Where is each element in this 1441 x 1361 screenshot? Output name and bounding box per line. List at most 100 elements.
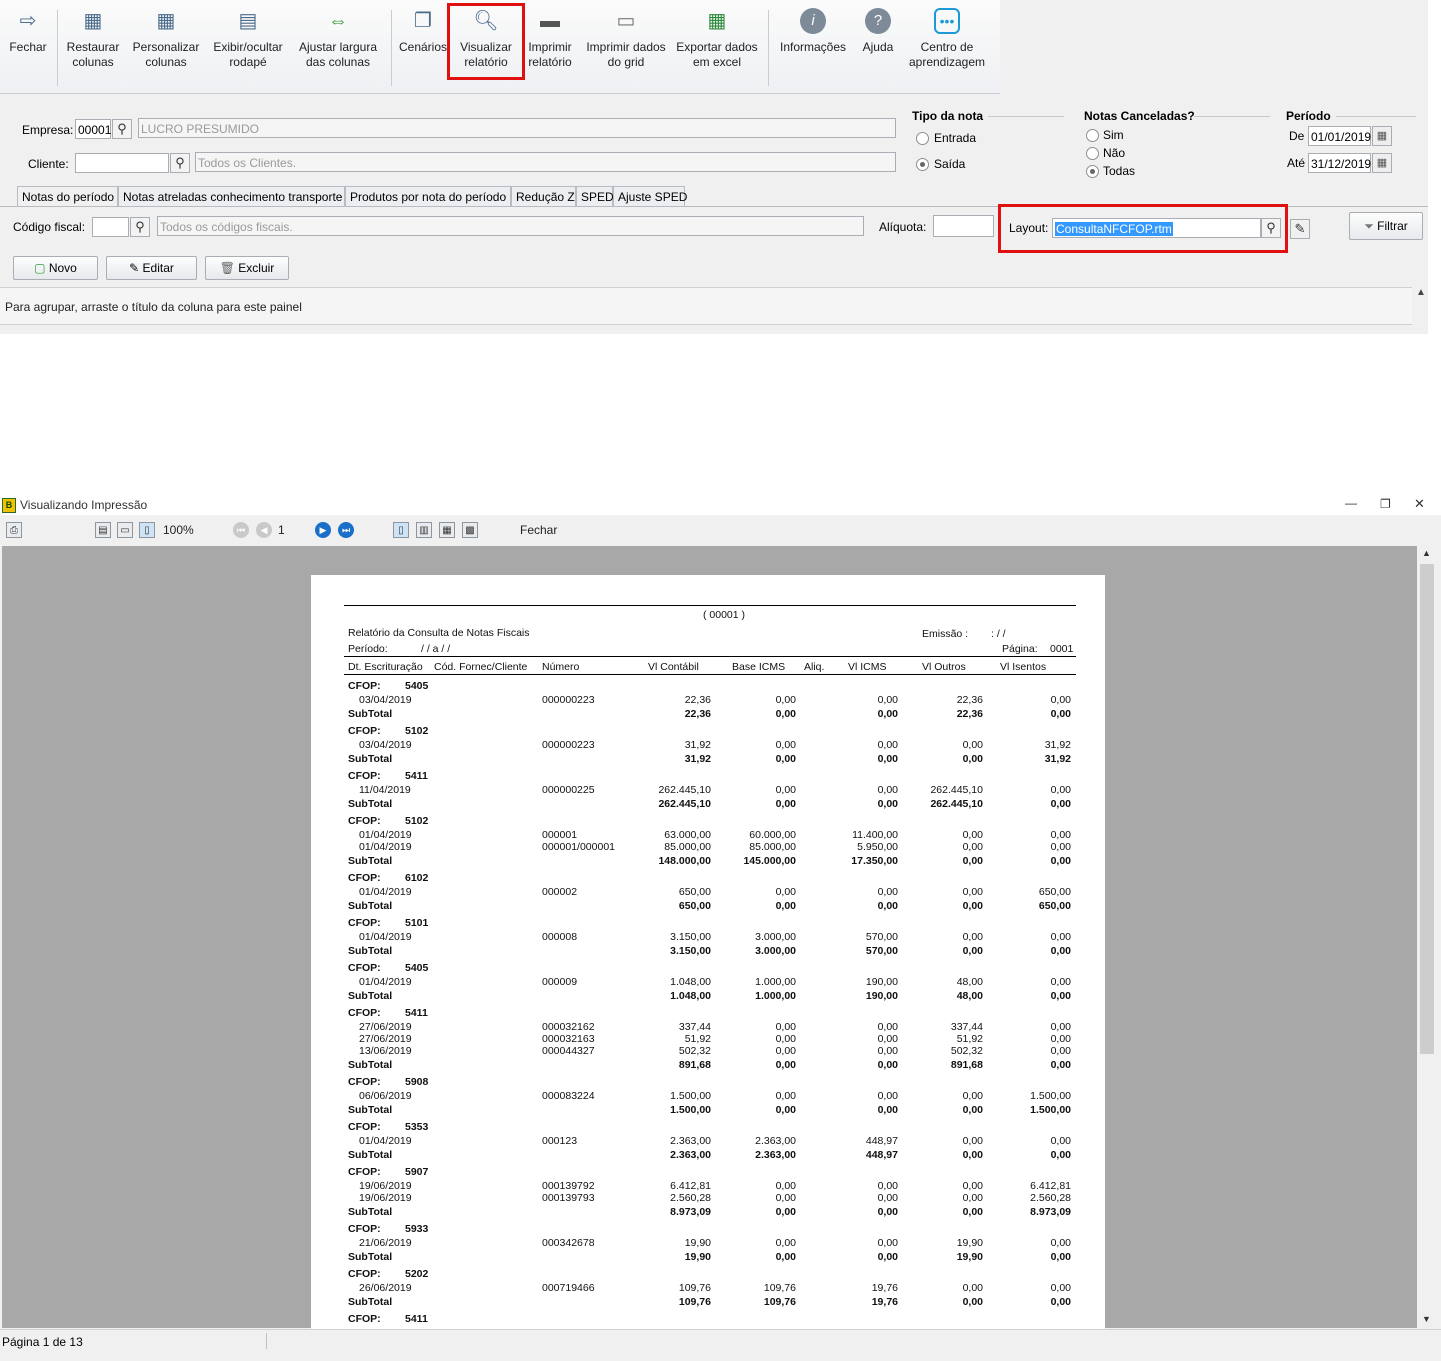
tab-ajuste-sped[interactable]: Ajuste SPED <box>613 186 687 206</box>
scroll-up-icon[interactable]: ▲ <box>1414 287 1428 323</box>
report-emissao-value: : / / <box>991 628 1006 640</box>
report-column-header: Vl Contábil <box>648 661 699 673</box>
calendar-icon[interactable]: ▦ <box>1372 126 1392 146</box>
first-page-icon[interactable]: ⏮ <box>233 522 249 538</box>
report-subtotal-value: 0,00 <box>962 900 983 912</box>
whole-page-icon[interactable]: ▯ <box>139 522 155 538</box>
tipo-entrada-radio[interactable] <box>916 132 929 145</box>
report-page: ( 00001 ) Relatório da Consulta de Notas… <box>311 575 1105 1335</box>
report-subtotal-value: 8.973,09 <box>1030 1206 1071 1218</box>
personalizar-colunas-button[interactable]: ▦ Personalizar colunas <box>128 4 204 90</box>
filtrar-button[interactable]: ⏷ Filtrar <box>1349 212 1423 240</box>
report-row-value: 6.412,81 <box>670 1180 711 1192</box>
report-subtotal-value: 0,00 <box>775 900 796 912</box>
cliente-search-button[interactable]: ⚲ <box>170 153 190 173</box>
page-input[interactable]: 1 <box>278 522 308 538</box>
report-row-value: 0,00 <box>962 1135 983 1147</box>
report-subtotal-value: 0,00 <box>1050 1149 1071 1161</box>
report-row-number: 000000223 <box>542 739 595 751</box>
imprimir-relatorio-button[interactable]: ▬ Imprimir relatório <box>522 4 578 90</box>
report-cfop-label: CFOP: <box>348 1268 381 1280</box>
tab-notas-periodo[interactable]: Notas do período <box>17 186 118 207</box>
scroll-up-icon[interactable]: ▲ <box>1422 548 1431 558</box>
ajuda-button[interactable]: ? Ajuda <box>856 4 900 90</box>
tab-reducao-z[interactable]: Redução Z <box>511 186 576 206</box>
previous-page-icon[interactable]: ◀ <box>256 522 272 538</box>
toolbar-label: Exportar dados em excel <box>676 40 758 69</box>
report-row-number: 000032163 <box>542 1033 595 1045</box>
tab-produtos-por-nota[interactable]: Produtos por nota do período <box>345 186 511 206</box>
report-cfop-label: CFOP: <box>348 1166 381 1178</box>
report-row-value: 0,00 <box>775 694 796 706</box>
minimize-icon[interactable]: — <box>1345 496 1357 510</box>
editar-button[interactable]: ✎ Editar <box>106 256 197 280</box>
page-setup-icon[interactable]: ▤ <box>95 522 111 538</box>
zoom-value[interactable]: 100% <box>163 522 194 538</box>
data-de-input[interactable]: 01/01/2019 <box>1308 126 1371 146</box>
report-row-date: 01/04/2019 <box>359 1135 412 1147</box>
next-page-icon[interactable]: ▶ <box>315 522 331 538</box>
single-page-icon[interactable]: ▯ <box>393 522 409 538</box>
scroll-thumb[interactable] <box>1420 564 1434 1054</box>
report-subtotal-value: 262.445,10 <box>658 798 711 810</box>
scroll-down-icon[interactable]: ▼ <box>1422 1314 1431 1324</box>
multi-pages-icon[interactable]: ▦ <box>439 522 455 538</box>
report-row-value: 0,00 <box>1050 784 1071 796</box>
preview-fechar-button[interactable]: Fechar <box>520 522 557 538</box>
report-cfop-code: 5907 <box>405 1166 429 1178</box>
report-row-value: 0,00 <box>877 784 898 796</box>
canceladas-sim-radio[interactable] <box>1086 129 1099 142</box>
report-row-value: 0,00 <box>775 1045 796 1057</box>
imprimir-dados-grid-button[interactable]: ▭ Imprimir dados do grid <box>584 4 668 90</box>
fechar-button[interactable]: ⇨ Fechar <box>4 4 52 90</box>
report-row-value: 1.500,00 <box>670 1090 711 1102</box>
report-subtotal-value: 0,00 <box>962 1149 983 1161</box>
ajustar-largura-button[interactable]: ⇔ Ajustar largura das colunas <box>292 4 384 90</box>
cenarios-button[interactable]: ❐ Cenários <box>396 4 450 90</box>
help-icon: ? <box>865 8 891 34</box>
centro-aprendizagem-button[interactable]: ••• Centro de aprendizagem <box>904 4 990 90</box>
data-ate-input[interactable]: 31/12/2019 <box>1308 153 1371 173</box>
exportar-excel-button[interactable]: ▦ Exportar dados em excel <box>672 4 762 90</box>
vertical-scrollbar[interactable]: ▲ ▼ <box>1418 546 1436 1328</box>
edit-layout-button[interactable]: ✎ <box>1290 219 1310 239</box>
empresa-search-button[interactable]: ⚲ <box>112 119 132 139</box>
report-row-date: 03/04/2019 <box>359 694 412 706</box>
report-row-value: 63.000,00 <box>664 829 711 841</box>
tipo-saida-radio[interactable] <box>916 158 929 171</box>
report-cfop-label: CFOP: <box>348 725 381 737</box>
report-column-header: Cód. Fornec/Cliente <box>434 661 528 673</box>
tab-notas-atreladas[interactable]: Notas atreladas conhecimento transporte <box>118 186 345 206</box>
canceladas-todas-radio[interactable] <box>1086 165 1099 178</box>
report-row-value: 0,00 <box>877 739 898 751</box>
exibir-ocultar-rodape-button[interactable]: ▤ Exibir/ocultar rodapé <box>208 4 288 90</box>
close-icon[interactable]: ✕ <box>1414 496 1425 512</box>
last-page-icon[interactable]: ⏭ <box>338 522 354 538</box>
print-icon[interactable]: ⎙ <box>6 522 22 538</box>
aliquota-input[interactable] <box>933 215 994 237</box>
cliente-input[interactable] <box>75 153 169 173</box>
group-panel[interactable]: Para agrupar, arraste o título da coluna… <box>0 287 1412 325</box>
calendar-icon[interactable]: ▦ <box>1372 153 1392 173</box>
scenarios-icon: ❐ <box>414 10 432 32</box>
informacoes-button[interactable]: i Informações <box>774 4 852 90</box>
cliente-label: Cliente: <box>28 157 69 171</box>
restore-icon[interactable]: ❐ <box>1380 497 1391 511</box>
page-width-icon[interactable]: ▭ <box>117 522 133 538</box>
preview-titlebar: B Visualizando Impressão — ❐ ✕ <box>0 495 1441 515</box>
codigo-fiscal-input[interactable] <box>92 217 129 237</box>
canceladas-nao-radio[interactable] <box>1086 147 1099 160</box>
report-row-value: 19,90 <box>684 1237 711 1249</box>
empresa-code-input[interactable]: 00001 <box>75 119 111 139</box>
excluir-button[interactable]: 🗑︎ Excluir <box>205 256 289 280</box>
report-subtotal-value: 448,97 <box>865 1149 898 1161</box>
tab-sped[interactable]: SPED <box>576 186 614 206</box>
codigo-fiscal-search-button[interactable]: ⚲ <box>130 217 150 237</box>
report-subtotal-value: 0,00 <box>775 753 796 765</box>
restaurar-colunas-button[interactable]: ▦ Restaurar colunas <box>62 4 124 90</box>
grid-pages-icon[interactable]: ▩ <box>462 522 478 538</box>
novo-button[interactable]: ▢ Novo <box>13 256 98 280</box>
two-pages-icon[interactable]: ▥ <box>416 522 432 538</box>
report-subtotal-value: 0,00 <box>962 753 983 765</box>
report-row-value: 502,32 <box>678 1045 711 1057</box>
